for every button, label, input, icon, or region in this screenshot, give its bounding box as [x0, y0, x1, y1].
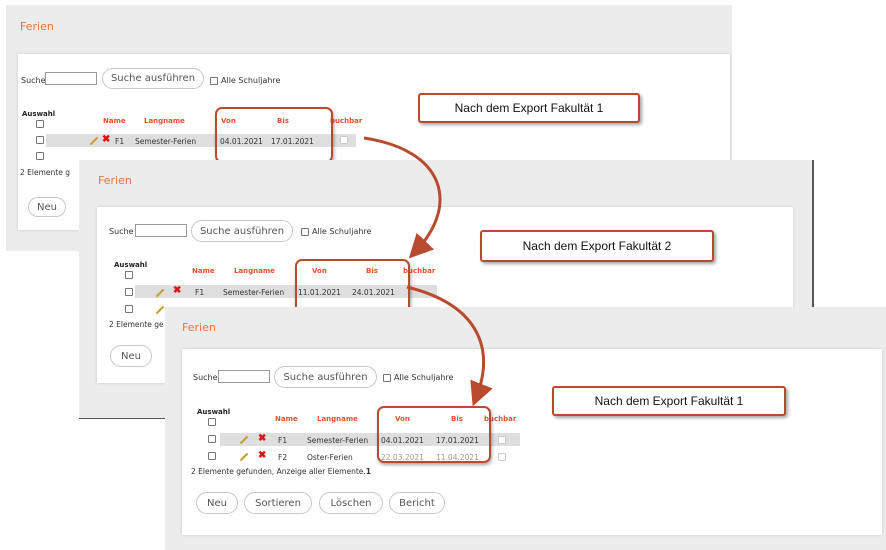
all-years-label: Alle Schuljahre	[221, 76, 281, 85]
callout-box: Nach dem Export Fakultät 2	[480, 230, 714, 262]
all-years-label: Alle Schuljahre	[394, 373, 454, 382]
cell-langname: Oster-Ferien	[307, 453, 353, 462]
column-header-name[interactable]: Name	[275, 415, 298, 423]
column-header-auswahl: Auswahl	[22, 110, 56, 118]
column-header-langname[interactable]: Langname	[234, 267, 275, 275]
row-checkbox[interactable]	[125, 288, 133, 296]
page-title: Ferien	[182, 321, 216, 334]
delete-icon[interactable]: ✖	[173, 286, 181, 296]
date-highlight	[215, 107, 333, 163]
delete-icon[interactable]: ✖	[258, 434, 266, 444]
search-input[interactable]	[218, 370, 270, 383]
cell-langname: Semester-Ferien	[223, 288, 285, 297]
edit-icon[interactable]	[239, 452, 249, 462]
edit-icon[interactable]	[155, 305, 165, 315]
search-label: Suche	[21, 76, 46, 85]
column-header-langname[interactable]: Langname	[317, 415, 358, 423]
result-count: 2 Elemente gefunden, Anzeige aller Eleme…	[191, 467, 371, 476]
buchbar-checkbox[interactable]	[340, 136, 348, 144]
row-checkbox[interactable]	[208, 435, 216, 443]
search-label: Suche	[193, 373, 218, 382]
column-header-name[interactable]: Name	[103, 117, 126, 125]
page-title: Ferien	[98, 174, 132, 187]
all-years-checkbox[interactable]	[383, 374, 391, 382]
new-button[interactable]: Neu	[110, 345, 152, 367]
select-all-checkbox[interactable]	[36, 120, 44, 128]
search-button[interactable]: Suche ausführen	[274, 366, 377, 388]
report-button[interactable]: Bericht	[389, 492, 445, 514]
row-checkbox[interactable]	[125, 305, 133, 313]
column-header-auswahl: Auswahl	[114, 261, 148, 269]
buchbar-checkbox[interactable]	[498, 436, 506, 444]
content-card: Suche Suche ausführen Alle Schuljahre Au…	[182, 349, 882, 535]
cell-name: F2	[278, 453, 288, 462]
cell-name: F1	[115, 137, 125, 146]
delete-icon[interactable]: ✖	[258, 451, 266, 461]
column-header-langname[interactable]: Langname	[144, 117, 185, 125]
sort-button[interactable]: Sortieren	[244, 492, 312, 514]
search-button[interactable]: Suche ausführen	[191, 220, 293, 242]
column-header-auswahl: Auswahl	[197, 408, 231, 416]
row-checkbox[interactable]	[208, 452, 216, 460]
delete-icon[interactable]: ✖	[102, 135, 110, 145]
search-input[interactable]	[135, 224, 187, 237]
cell-name: F1	[278, 436, 288, 445]
result-count: 2 Elemente g	[20, 168, 70, 177]
all-years-label: Alle Schuljahre	[312, 227, 372, 236]
callout-box: Nach dem Export Fakultät 1	[552, 386, 786, 416]
date-highlight	[377, 406, 491, 463]
search-button[interactable]: Suche ausführen	[102, 68, 204, 89]
result-number: 1	[365, 467, 372, 476]
search-label: Suche	[109, 227, 134, 236]
new-button[interactable]: Neu	[196, 492, 238, 514]
callout-box: Nach dem Export Fakultät 1	[418, 93, 640, 123]
result-count: 2 Elemente ge	[109, 320, 164, 329]
ferien-panel-3: Ferien Suche Suche ausführen Alle Schulj…	[165, 307, 886, 550]
new-button[interactable]: Neu	[28, 197, 66, 217]
all-years-checkbox[interactable]	[210, 77, 218, 85]
page-title: Ferien	[20, 20, 54, 33]
select-all-checkbox[interactable]	[125, 271, 133, 279]
search-input[interactable]	[45, 72, 97, 85]
cell-langname: Semester-Ferien	[307, 436, 369, 445]
row-checkbox[interactable]	[36, 136, 44, 144]
column-header-buchbar[interactable]: buchbar	[330, 117, 362, 125]
result-text: 2 Elemente gefunden, Anzeige aller Eleme…	[191, 467, 366, 476]
buchbar-checkbox[interactable]	[498, 453, 506, 461]
cell-langname: Semester-Ferien	[135, 137, 197, 146]
delete-button[interactable]: Löschen	[319, 492, 383, 514]
select-all-checkbox[interactable]	[208, 418, 216, 426]
all-years-checkbox[interactable]	[301, 228, 309, 236]
cell-name: F1	[195, 288, 205, 297]
row-checkbox[interactable]	[36, 152, 44, 160]
column-header-name[interactable]: Name	[192, 267, 215, 275]
